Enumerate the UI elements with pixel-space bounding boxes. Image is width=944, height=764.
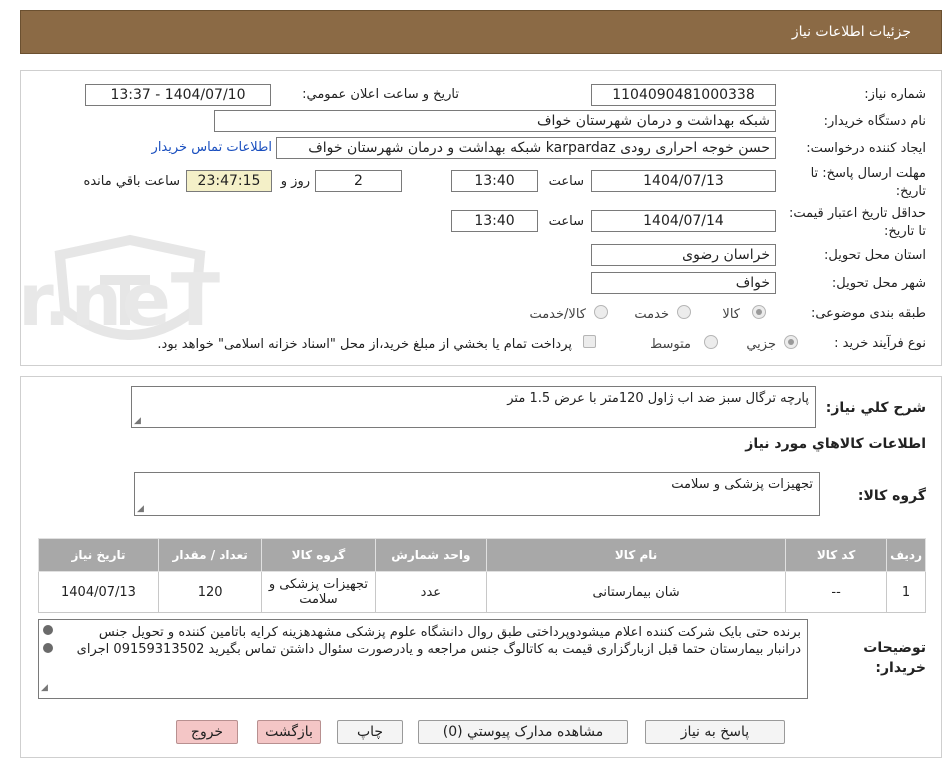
scroll-up-icon[interactable] (43, 625, 53, 635)
cell-date: 1404/07/13 (38, 571, 159, 613)
cell-name: شان بیمارستانی (486, 571, 787, 613)
process-label: نوع فرآيند خريد : (834, 336, 926, 351)
col-header-row-no: رديف (886, 538, 926, 572)
buyer-notes-field[interactable]: برنده حتی بایک شرکت کننده اعلام میشودوپر… (38, 619, 808, 699)
scroll-thumb-icon[interactable] (43, 643, 53, 653)
reply-button[interactable]: پاسخ به نياز (645, 720, 785, 744)
validity-time-field[interactable]: 13:40 (451, 210, 538, 232)
table-header-row: رديف کد کالا نام کالا واحد شمارش گروه کا… (38, 538, 926, 572)
days-field[interactable]: 2 (315, 170, 402, 192)
resize-grip-icon[interactable]: ◢ (134, 416, 141, 426)
col-header-code: کد کالا (785, 538, 888, 572)
treasury-note: پرداخت تمام يا بخشي از مبلغ خريد،از محل … (157, 337, 572, 352)
cell-qty: 120 (157, 571, 263, 613)
page-title: جزئیات اطلاعات نیاز (791, 24, 911, 40)
category-service-radio[interactable] (677, 305, 691, 319)
announce-label: تاریخ و ساعت اعلان عمومي: (302, 87, 459, 102)
col-header-qty: تعداد / مقدار (157, 538, 263, 572)
col-header-unit: واحد شمارش (374, 538, 488, 572)
goods-group-field[interactable]: تجهيزات پزشکی و سلامت ◢ (134, 472, 820, 516)
remaining-label: ساعت باقي مانده (83, 174, 180, 189)
deadline-label: مهلت ارسال پاسخ: تا تاريخ: (810, 166, 926, 199)
col-header-date: تاريخ نياز (38, 538, 159, 572)
deadline-time-label: ساعت (548, 174, 584, 189)
col-header-name: نام کالا (486, 538, 787, 572)
city-label: شهر محل تحويل: (831, 276, 926, 291)
category-label: طبقه بندی موضوعی: (810, 306, 926, 321)
buyer-notes-label: توضيحات خريدار: (863, 640, 926, 676)
process-medium-label: متوسط (650, 337, 691, 352)
province-label: استان محل تحويل: (824, 248, 926, 263)
creator-label: ايجاد کننده درخواست: (806, 141, 926, 156)
category-goods-radio[interactable] (752, 305, 766, 319)
process-minor-label: جزيي (746, 337, 776, 352)
resize-grip-icon[interactable]: ◢ (137, 504, 144, 514)
process-minor-radio[interactable] (784, 335, 798, 349)
goods-section-title: اطلاعات کالاهاي مورد نياز (745, 436, 926, 452)
goods-group-text: تجهيزات پزشکی و سلامت (671, 477, 813, 492)
category-service-label: خدمت (634, 307, 669, 322)
category-goods-label: کالا (722, 307, 740, 322)
summary-label: شرح کلي نياز: (825, 400, 926, 416)
category-goods-service-radio[interactable] (594, 305, 608, 319)
category-goods-service-label: کالا/خدمت (529, 307, 586, 322)
goods-group-label: گروه کالا: (857, 488, 926, 504)
summary-text: پارچه ترگال سبز ضد اب ژاول 120متر با عرض… (507, 391, 809, 406)
remaining-time-field: 23:47:15 (186, 170, 272, 192)
validity-time-label: ساعت (548, 214, 584, 229)
col-header-group: گروه کالا (261, 538, 376, 572)
buyer-notes-text: برنده حتی بایک شرکت کننده اعلام میشودوپر… (76, 625, 801, 657)
province-field[interactable]: خراسان رضوی (591, 244, 776, 266)
process-medium-radio[interactable] (704, 335, 718, 349)
deadline-time-field[interactable]: 13:40 (451, 170, 538, 192)
validity-date-field[interactable]: 1404/07/14 (591, 210, 776, 232)
need-number-label: شماره نیاز: (864, 87, 926, 102)
print-button[interactable]: چاپ (337, 720, 403, 744)
cell-unit: عدد (374, 571, 488, 613)
need-number-field[interactable]: 1104090481000338 (591, 84, 776, 106)
buyer-field[interactable]: شبکه بهداشت و درمان شهرستان خواف (214, 110, 776, 132)
buyer-contact-link[interactable]: اطلاعات تماس خريدار (152, 140, 272, 155)
page-header: جزئیات اطلاعات نیاز (20, 10, 942, 54)
cell-row-no: 1 (886, 571, 926, 613)
announce-field[interactable]: 1404/07/10 - 13:37 (85, 84, 271, 106)
items-table: رديف کد کالا نام کالا واحد شمارش گروه کا… (38, 538, 926, 613)
cell-code: -- (785, 571, 888, 613)
table-row[interactable]: 1 -- شان بیمارستانی عدد تجهيزات پزشکی و … (38, 571, 926, 613)
days-label: روز و (280, 174, 310, 189)
back-button[interactable]: بازگشت (257, 720, 321, 744)
notes-scrollbar[interactable] (40, 621, 56, 697)
buyer-label: نام دستگاه خريدار: (823, 114, 926, 129)
deadline-date-field[interactable]: 1404/07/13 (591, 170, 776, 192)
creator-field[interactable]: حسن خوجه احراری رودی karpardaz شبکه بهدا… (276, 137, 776, 159)
cell-group: تجهيزات پزشکی و سلامت (261, 571, 376, 613)
city-field[interactable]: خواف (591, 272, 776, 294)
exit-button[interactable]: خروج (176, 720, 238, 744)
attachments-button[interactable]: مشاهده مدارک پيوستي (0) (418, 720, 628, 744)
summary-field[interactable]: پارچه ترگال سبز ضد اب ژاول 120متر با عرض… (131, 386, 816, 428)
validity-label: حداقل تاريخ اعتبار قيمت: تا تاريخ: (788, 206, 926, 239)
treasury-checkbox[interactable] (583, 335, 596, 348)
